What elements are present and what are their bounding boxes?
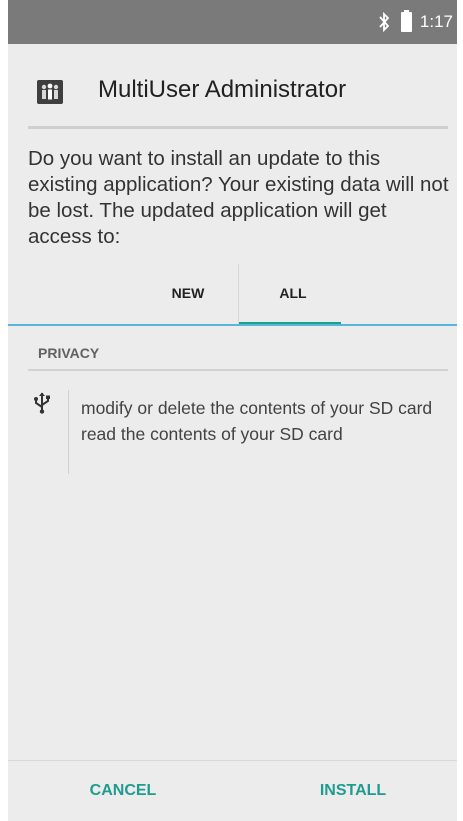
battery-icon xyxy=(400,10,412,32)
permission-group-line xyxy=(68,390,69,474)
usb-icon xyxy=(34,392,50,414)
tab-all[interactable]: ALL xyxy=(238,262,348,324)
status-time: 1:17 xyxy=(419,12,453,31)
bluetooth-icon xyxy=(379,12,390,32)
permission-item: modify or delete the contents of your SD… xyxy=(81,398,433,418)
tabs-divider xyxy=(8,324,457,326)
dialog-header: MultiUser Administrator xyxy=(8,70,457,114)
section-title: PRIVACY xyxy=(38,345,100,361)
section-divider xyxy=(28,369,448,371)
status-bar: 1:17 xyxy=(8,0,457,44)
dialog-button-bar: CANCEL INSTALL xyxy=(8,760,457,821)
permission-item: read the contents of your SD card xyxy=(81,424,343,444)
permission-tabs: NEW ALL xyxy=(8,262,457,326)
title-divider xyxy=(28,126,448,129)
cancel-button[interactable]: CANCEL xyxy=(33,761,213,821)
multiuser-app-icon xyxy=(37,80,63,104)
install-message: Do you want to install an update to this… xyxy=(28,147,449,248)
install-button[interactable]: INSTALL xyxy=(263,761,443,821)
permission-list: modify or delete the contents of your SD… xyxy=(81,397,453,446)
tab-new[interactable]: NEW xyxy=(133,262,243,324)
app-title: MultiUser Administrator xyxy=(98,76,347,103)
install-dialog-screen: 1:17 MultiUser Administrator Do you want… xyxy=(8,0,457,821)
